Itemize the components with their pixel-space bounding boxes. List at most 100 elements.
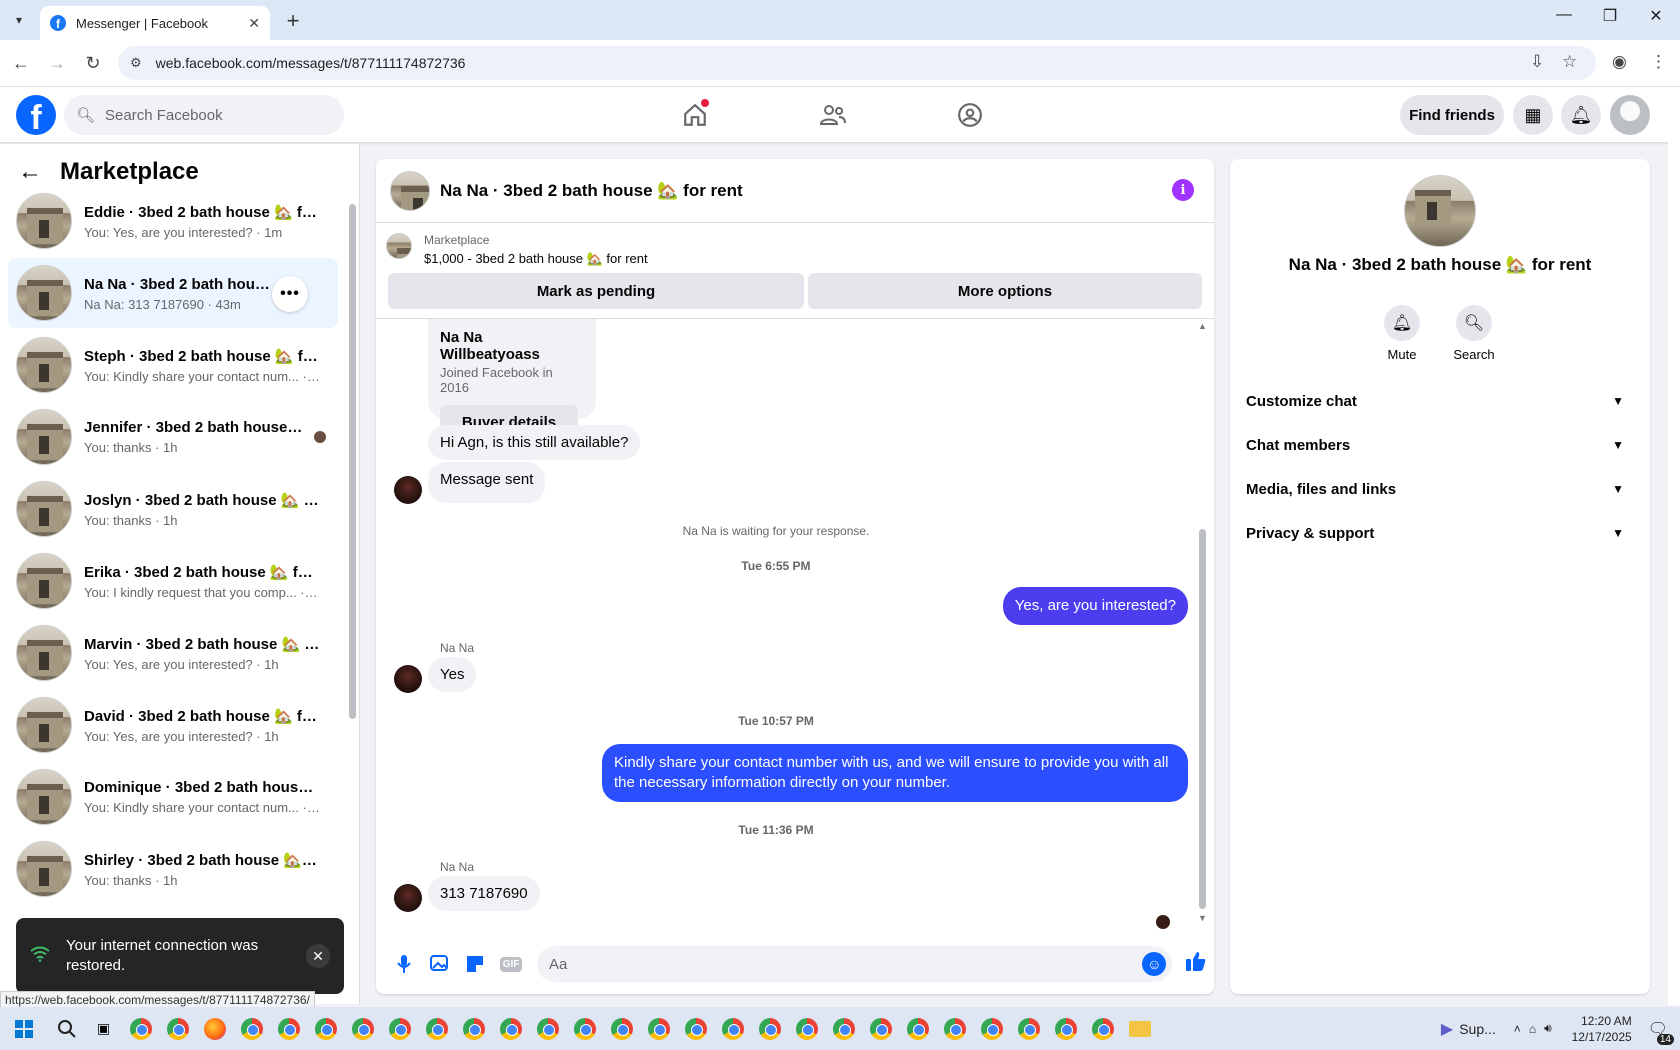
conversation-item[interactable]: Joslyn · 3bed 2 bath house 🏡 fo... You: t… [8,474,338,544]
new-tab-icon[interactable]: + [280,8,306,34]
toast-close-icon[interactable]: ✕ [306,944,330,968]
taskbar-search-icon[interactable] [48,1007,85,1050]
sidebar-scrollbar[interactable] [349,194,357,754]
back-icon[interactable]: ← [8,50,34,76]
groups-icon[interactable] [950,97,990,133]
tray-app-label[interactable]: Sup... [1459,1021,1496,1037]
windows-start-icon[interactable] [0,1007,48,1050]
notifications-bell-icon[interactable]: 🔔︎ [1561,95,1601,135]
tab-search-icon[interactable]: ▾ [6,8,32,32]
reload-icon[interactable]: ↻ [80,50,106,76]
listing-price[interactable]: $1,000 - 3bed 2 bath house 🏡 for rent [424,251,648,267]
clock[interactable]: 12:20 AM 12/17/2025 [1572,1013,1632,1045]
chat-title[interactable]: Na Na · 3bed 2 bath house 🏡 for rent [440,181,743,201]
conversation-item[interactable]: Marvin · 3bed 2 bath house 🏡 f... You: Ye… [8,618,338,688]
chrome-taskbar-icon[interactable] [1010,1007,1047,1050]
url-field[interactable]: ⚙ web.facebook.com/messages/t/8771111748… [118,46,1596,80]
sender-avatar[interactable] [394,884,422,912]
conversation-item-active[interactable]: Na Na · 3bed 2 bath house 🏡 f... Na Na: 3… [8,258,338,328]
network-icon[interactable]: ⌂ [1529,1022,1536,1036]
conversation-item[interactable]: Steph · 3bed 2 bath house 🏡 fo... You: Ki… [8,330,338,400]
profile-icon[interactable]: ◉ [1612,52,1627,72]
chrome-taskbar-icon[interactable] [566,1007,603,1050]
chrome-taskbar-icon[interactable] [418,1007,455,1050]
chrome-taskbar-icon[interactable] [788,1007,825,1050]
conversation-item[interactable]: Erika · 3bed 2 bath house 🏡 for... You: I… [8,546,338,616]
sender-avatar[interactable] [394,476,422,504]
more-options-button[interactable]: More options [808,273,1202,309]
privacy-support-row[interactable]: Privacy & support ▼ [1246,511,1634,555]
notification-center-icon[interactable]: 🗨︎ 14 [1648,1019,1674,1045]
mark-as-pending-button[interactable]: Mark as pending [388,273,804,309]
browser-menu-icon[interactable]: ⋮ [1650,52,1667,72]
chrome-taskbar-icon[interactable] [714,1007,751,1050]
install-app-icon[interactable]: ⇩ [1530,52,1544,72]
page-scrollbar[interactable] [1668,87,1680,1005]
chrome-taskbar-icon[interactable] [381,1007,418,1050]
sticker-icon[interactable] [457,946,493,982]
site-info-icon[interactable]: ⚙ [130,55,142,71]
media-files-links-row[interactable]: Media, files and links ▼ [1246,467,1634,511]
task-view-icon[interactable]: ▣ [85,1007,122,1050]
chrome-taskbar-icon[interactable] [1084,1007,1121,1050]
chat-scrollbar[interactable]: ▲ ▼ [1198,319,1208,923]
browser-tab[interactable]: f Messenger | Facebook ✕ [40,6,270,40]
conversation-item[interactable]: David · 3bed 2 bath house 🏡 fo... You: Ye… [8,690,338,760]
sender-avatar[interactable] [394,665,422,693]
chrome-taskbar-icon[interactable] [307,1007,344,1050]
chrome-taskbar-icon[interactable] [603,1007,640,1050]
conversation-item[interactable]: Eddie · 3bed 2 bath house 🏡 fo... You: Ye… [8,186,338,256]
photo-icon[interactable] [422,946,458,982]
details-listing-photo[interactable] [1404,175,1476,247]
file-explorer-icon[interactable] [1121,1007,1158,1050]
conversation-item[interactable]: Dominique · 3bed 2 bath house ... You: Ki… [8,762,338,832]
mute-button[interactable]: 🔔︎ Mute [1372,305,1432,362]
emoji-icon[interactable]: ☺ [1142,952,1167,976]
customize-chat-row[interactable]: Customize chat ▼ [1246,379,1634,423]
info-icon[interactable]: i [1172,179,1194,201]
chrome-taskbar-icon[interactable] [233,1007,270,1050]
close-tab-icon[interactable]: ✕ [248,15,260,32]
find-friends-button[interactable]: Find friends [1400,95,1504,135]
chrome-taskbar-icon[interactable] [677,1007,714,1050]
search-button[interactable]: 🔍︎ Search [1444,305,1504,362]
back-arrow-icon[interactable]: ← [18,158,42,186]
chrome-taskbar-icon[interactable] [825,1007,862,1050]
firefox-taskbar-icon[interactable] [196,1007,233,1050]
chrome-taskbar-icon[interactable] [1047,1007,1084,1050]
restore-icon[interactable]: ❐ [1590,6,1630,26]
thumbs-up-icon[interactable] [1178,950,1214,978]
chrome-taskbar-icon[interactable] [862,1007,899,1050]
gif-icon[interactable]: GIF [493,946,529,982]
chrome-taskbar-icon[interactable] [973,1007,1010,1050]
account-avatar[interactable] [1610,95,1650,135]
conversation-item[interactable]: Shirley · 3bed 2 bath house 🏡 f... You: t… [8,834,338,904]
conversation-item[interactable]: Jennifer · 3bed 2 bath house ... You: tha… [8,402,338,472]
chrome-taskbar-icon[interactable] [455,1007,492,1050]
chrome-taskbar-icon[interactable] [492,1007,529,1050]
microphone-icon[interactable] [386,946,422,982]
chat-listing-thumbnail[interactable] [390,170,430,211]
facebook-logo-icon[interactable]: f [16,95,56,135]
video-app-icon[interactable]: ▶ [1441,1019,1453,1039]
chrome-taskbar-icon[interactable] [899,1007,936,1050]
chrome-taskbar-icon[interactable] [122,1007,159,1050]
chrome-taskbar-icon[interactable] [529,1007,566,1050]
chrome-taskbar-icon[interactable] [344,1007,381,1050]
chevron-up-icon[interactable]: ˄ [1514,1022,1521,1036]
friends-icon[interactable] [813,97,853,133]
menu-grid-icon[interactable]: ▦ [1513,95,1553,135]
chrome-taskbar-icon[interactable] [936,1007,973,1050]
home-icon[interactable] [675,97,715,133]
message-input[interactable]: Aa ☺ [536,946,1173,982]
chat-members-row[interactable]: Chat members ▼ [1246,423,1634,467]
bookmark-star-icon[interactable]: ☆ [1562,52,1577,72]
more-options-icon[interactable]: ••• [272,276,308,312]
minimize-icon[interactable]: — [1544,6,1584,24]
chrome-taskbar-icon[interactable] [270,1007,307,1050]
facebook-search-input[interactable]: 🔍︎ Search Facebook [64,95,344,135]
chrome-taskbar-icon[interactable] [640,1007,677,1050]
forward-icon[interactable]: → [44,50,70,76]
volume-icon[interactable]: 🔊︎ [1544,1021,1552,1036]
chrome-taskbar-icon[interactable] [159,1007,196,1050]
